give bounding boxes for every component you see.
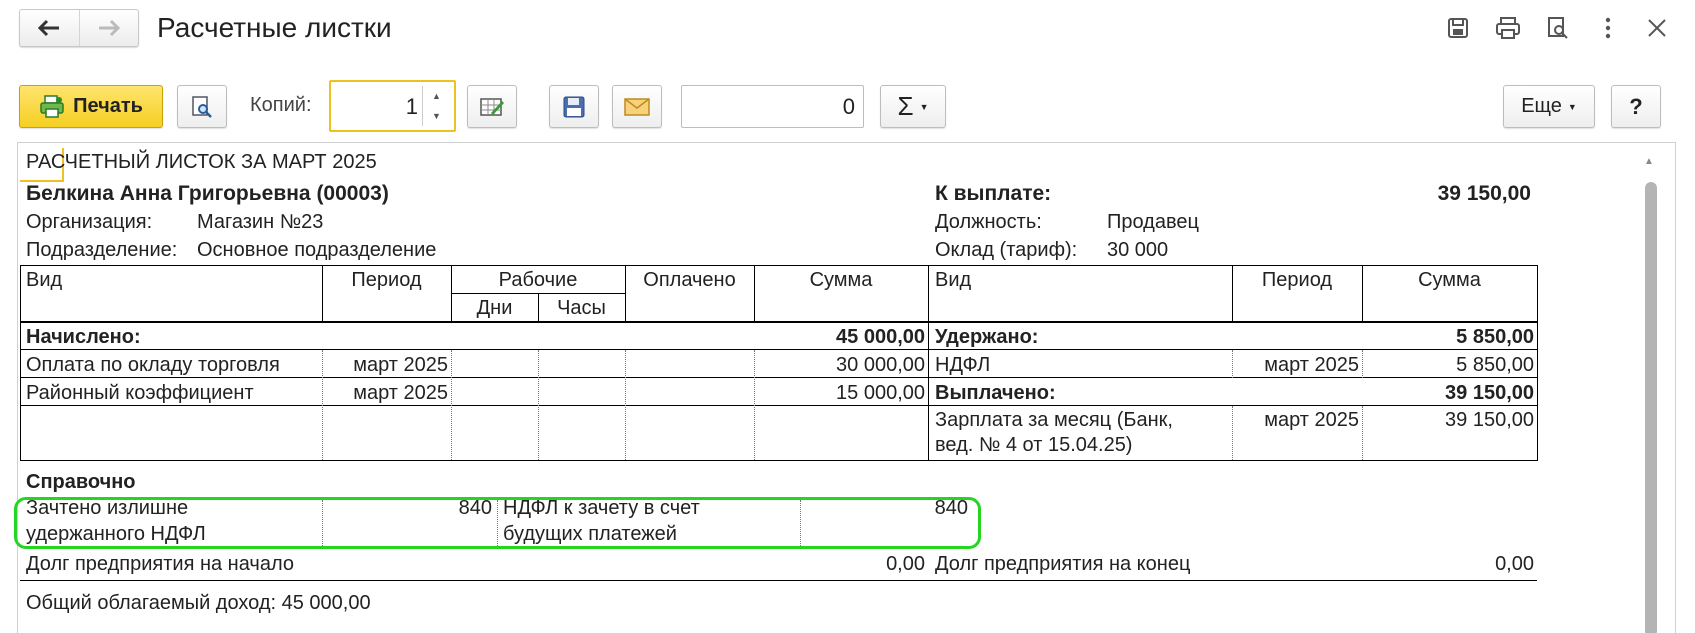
print-label: Печать	[73, 95, 143, 117]
header-days: Дни	[476, 297, 513, 319]
header-paid: Оплачено	[643, 269, 736, 291]
salary-label: Оклад (тариф):	[935, 239, 1078, 261]
envelope-icon	[624, 97, 650, 116]
header-hours: Часы	[557, 297, 606, 319]
help-button[interactable]: ?	[1611, 85, 1661, 128]
paid-total: 39 150,00	[1445, 382, 1534, 404]
edit-button[interactable]	[467, 85, 517, 128]
position-value: Продавец	[1107, 211, 1199, 233]
row-sum: 5 850,00	[1456, 354, 1534, 376]
preview-icon[interactable]	[1544, 14, 1572, 42]
row-vid-line1: Зарплата за месяц (Банк,	[935, 409, 1173, 431]
printer-icon	[40, 94, 64, 118]
spin-up-icon[interactable]: ▲	[432, 91, 441, 101]
employee-name: Белкина Анна Григорьевна (00003)	[26, 182, 389, 205]
vertical-scrollbar[interactable]: ▲	[1640, 152, 1662, 633]
header-period-left: Период	[351, 269, 422, 291]
print-button[interactable]: Печать	[19, 85, 163, 128]
edit-table-icon	[480, 97, 504, 116]
paid-label: Выплачено:	[935, 382, 1056, 404]
debt-end-value: 0,00	[1495, 553, 1534, 575]
row-period: март 2025	[1264, 409, 1359, 431]
save-icon[interactable]	[1444, 14, 1472, 42]
save-file-button[interactable]	[549, 85, 599, 128]
highlight-box	[14, 497, 981, 549]
sigma-icon: Σ	[897, 91, 914, 121]
row-vid: Оплата по окладу торговля	[26, 354, 280, 376]
taxable-income: Общий облагаемый доход: 45 000,00	[26, 592, 371, 614]
help-label: ?	[1629, 93, 1643, 119]
org-label: Организация:	[26, 211, 153, 233]
header-vid-right: Вид	[935, 269, 972, 291]
header-sum-right: Сумма	[1418, 269, 1481, 291]
document-title: РАСЧЕТНЫЙ ЛИСТОК ЗА МАРТ 2025	[26, 151, 377, 173]
row-sum: 39 150,00	[1445, 409, 1534, 431]
dept-label: Подразделение:	[26, 239, 178, 261]
header-vid-left: Вид	[26, 269, 63, 291]
debt-start-value: 0,00	[886, 553, 925, 575]
reference-title: Справочно	[26, 471, 136, 493]
copies-value: 1	[405, 94, 418, 119]
floppy-icon	[563, 96, 585, 117]
more-vertical-icon[interactable]	[1594, 14, 1622, 42]
row-vid: НДФЛ	[935, 354, 991, 376]
dropdown-arrow-icon: ▼	[919, 101, 929, 112]
preview-icon	[192, 95, 212, 118]
dept-value: Основное подразделение	[197, 239, 437, 261]
accrued-total: 45 000,00	[836, 326, 925, 348]
header-working: Рабочие	[498, 269, 578, 291]
row-vid-line2: вед. № 4 от 15.04.25)	[935, 434, 1133, 456]
preview-button[interactable]	[177, 85, 227, 128]
back-button[interactable]	[20, 10, 79, 46]
scroll-thumb[interactable]	[1645, 182, 1657, 633]
copies-input[interactable]: 1 ▲ ▼	[329, 80, 456, 132]
close-icon[interactable]	[1643, 14, 1671, 42]
row-period: март 2025	[1264, 354, 1359, 376]
printer-icon[interactable]	[1494, 14, 1522, 42]
withheld-total: 5 850,00	[1456, 326, 1534, 348]
header-sum-left: Сумма	[809, 269, 873, 291]
position-label: Должность:	[935, 211, 1042, 233]
scroll-up-icon[interactable]: ▲	[1644, 156, 1654, 167]
arrow-left-icon	[38, 19, 60, 37]
row-vid: Районный коэффициент	[26, 382, 254, 404]
sum-dropdown-button[interactable]: Σ ▼	[880, 85, 946, 128]
debt-start-label: Долг предприятия на начало	[26, 553, 294, 575]
accrued-label: Начислено:	[26, 326, 141, 348]
row-sum: 30 000,00	[836, 354, 925, 376]
salary-value: 30 000	[1107, 239, 1169, 261]
more-label: Еще	[1521, 95, 1562, 117]
more-button[interactable]: Еще ▼	[1503, 85, 1595, 128]
copies-stepper[interactable]: ▲ ▼	[422, 86, 450, 126]
spin-down-icon[interactable]: ▼	[432, 111, 441, 121]
copies-label: Копий:	[250, 94, 312, 116]
row-period: март 2025	[353, 382, 448, 404]
sum-field[interactable]: 0	[681, 85, 864, 128]
header-period-right: Период	[1261, 269, 1333, 291]
dropdown-arrow-icon: ▼	[1567, 101, 1577, 112]
row-sum: 15 000,00	[836, 382, 925, 404]
forward-button[interactable]	[78, 10, 139, 46]
payout-label: К выплате:	[935, 182, 1052, 205]
payout-value: 39 150,00	[1437, 182, 1531, 205]
navigation-buttons	[19, 9, 139, 47]
debt-end-label: Долг предприятия на конец	[935, 553, 1191, 575]
withheld-label: Удержано:	[935, 326, 1039, 348]
org-value: Магазин №23	[197, 211, 324, 233]
arrow-right-icon	[98, 19, 120, 37]
window-title: Расчетные листки	[157, 12, 392, 43]
send-email-button[interactable]	[612, 85, 662, 128]
row-period: март 2025	[353, 354, 448, 376]
